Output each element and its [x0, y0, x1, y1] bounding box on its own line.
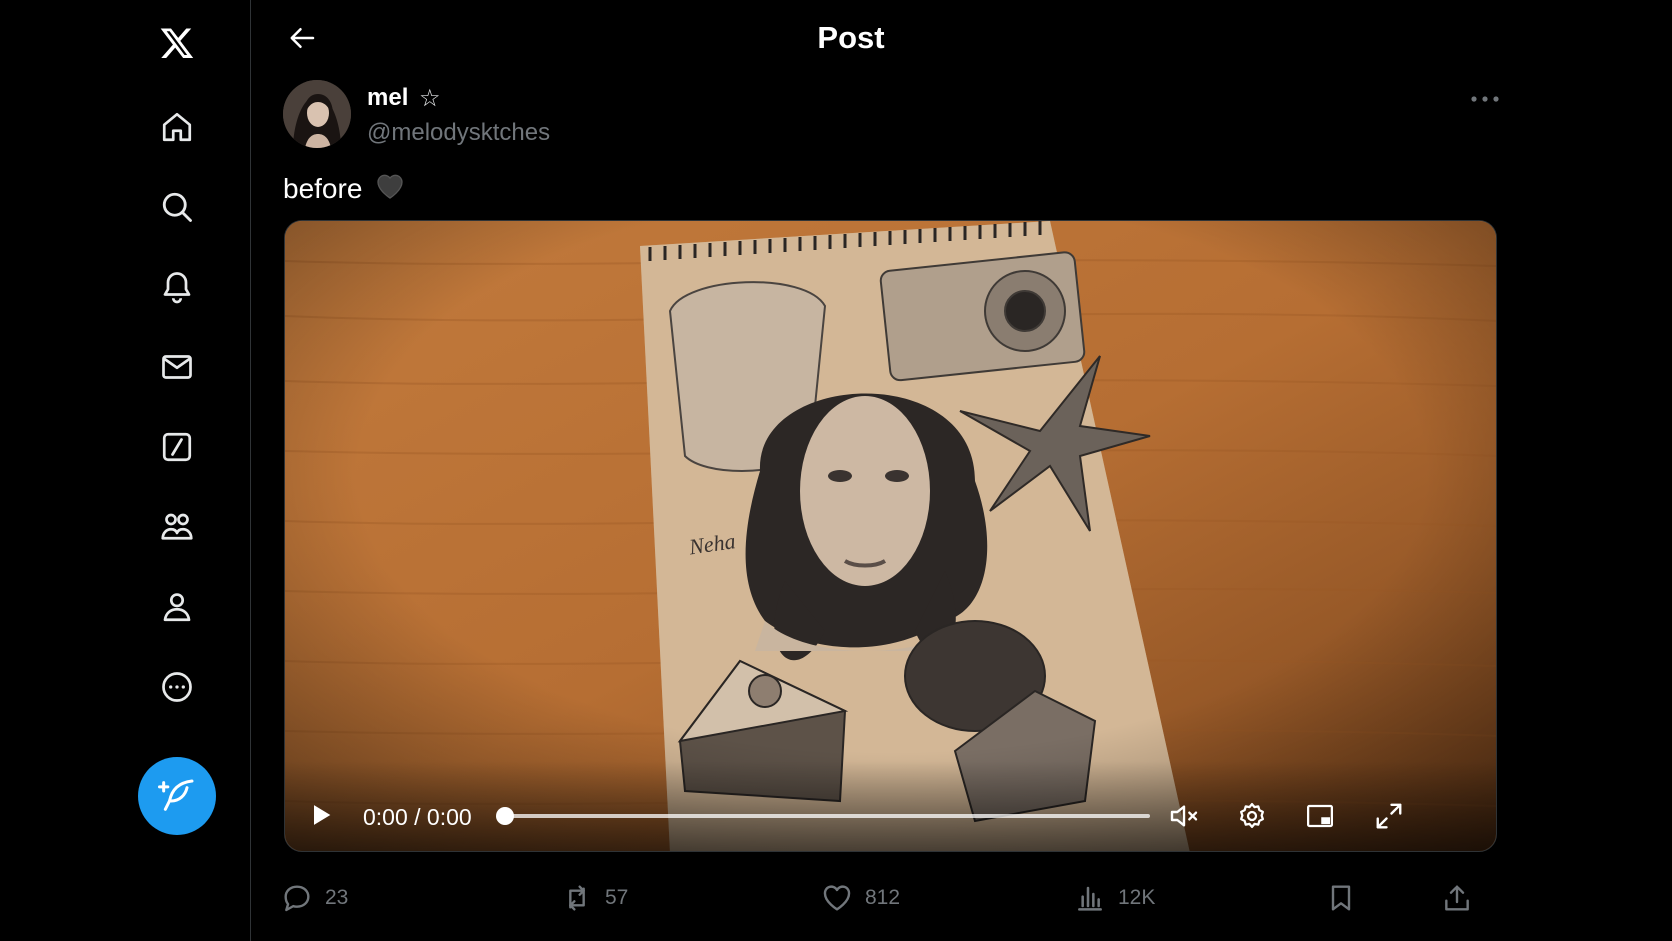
more-options-circle-icon[interactable]: [149, 659, 205, 715]
repost-icon: [569, 885, 585, 911]
like-count: 812: [865, 886, 901, 909]
author-handle[interactable]: @melodysktches: [367, 119, 550, 147]
feather-plus-icon: [158, 779, 194, 811]
heart-icon: [823, 885, 851, 911]
pip-icon: [1307, 804, 1333, 828]
mute-button[interactable]: [1163, 795, 1205, 837]
bookmark-icon: [1331, 885, 1351, 911]
page-title: Post: [817, 20, 885, 55]
video-controls: 0:00 / 0:00: [285, 761, 1496, 851]
like-button[interactable]: 812: [821, 870, 900, 926]
repost-count: 57: [605, 886, 629, 909]
video-scrubber-knob[interactable]: [496, 807, 514, 825]
sketchbook-video-frame: Neha: [285, 221, 1496, 851]
communities-icon[interactable]: [149, 499, 205, 555]
video-player[interactable]: Neha 0:00 / 0:00: [284, 220, 1497, 852]
post-text: before: [283, 170, 406, 209]
play-button[interactable]: [303, 797, 339, 833]
messages-mail-icon[interactable]: [149, 339, 205, 395]
x-logo-icon[interactable]: [149, 15, 205, 71]
post-more-button[interactable]: [1460, 84, 1510, 114]
home-icon[interactable]: [149, 99, 205, 155]
fullscreen-button[interactable]: [1368, 795, 1410, 837]
repost-button[interactable]: 57: [561, 870, 628, 926]
post-detail: Post mel ☆ @melodysktches before 0:00 / …: [251, 0, 1672, 941]
gear-icon: [1240, 803, 1264, 828]
reply-button[interactable]: 23: [281, 870, 348, 926]
view-count: 12K: [1118, 886, 1156, 909]
video-time: 0:00 / 0:00: [363, 804, 472, 830]
post-actions: 23 57 812 12K: [251, 870, 1511, 926]
ellipsis-icon: [1471, 96, 1499, 102]
post-text-content: before: [283, 173, 363, 204]
share-upload-icon: [1445, 885, 1469, 911]
analytics-bars-icon: [1078, 886, 1102, 911]
author-avatar[interactable]: [283, 80, 351, 148]
play-icon: [314, 805, 331, 825]
views-button[interactable]: 12K: [1074, 870, 1155, 926]
notifications-bell-icon[interactable]: [149, 259, 205, 315]
share-button[interactable]: [1441, 870, 1473, 926]
bookmark-button[interactable]: [1325, 870, 1357, 926]
grok-icon[interactable]: [149, 419, 205, 475]
video-settings-button[interactable]: [1231, 795, 1273, 837]
expand-icon: [1376, 803, 1402, 829]
volume-muted-icon: [1170, 805, 1198, 827]
sidebar-nav: [0, 0, 251, 941]
video-scrubber-track[interactable]: [505, 814, 1150, 818]
search-icon[interactable]: [149, 179, 205, 235]
compose-post-button[interactable]: [138, 757, 216, 835]
black-heart-emoji-icon: [374, 170, 406, 209]
profile-icon[interactable]: [149, 579, 205, 635]
star-icon: ☆: [419, 85, 441, 112]
reply-bubble-icon: [284, 885, 310, 912]
picture-in-picture-button[interactable]: [1299, 795, 1341, 837]
reply-count: 23: [325, 886, 349, 909]
author-name[interactable]: mel: [367, 84, 408, 112]
